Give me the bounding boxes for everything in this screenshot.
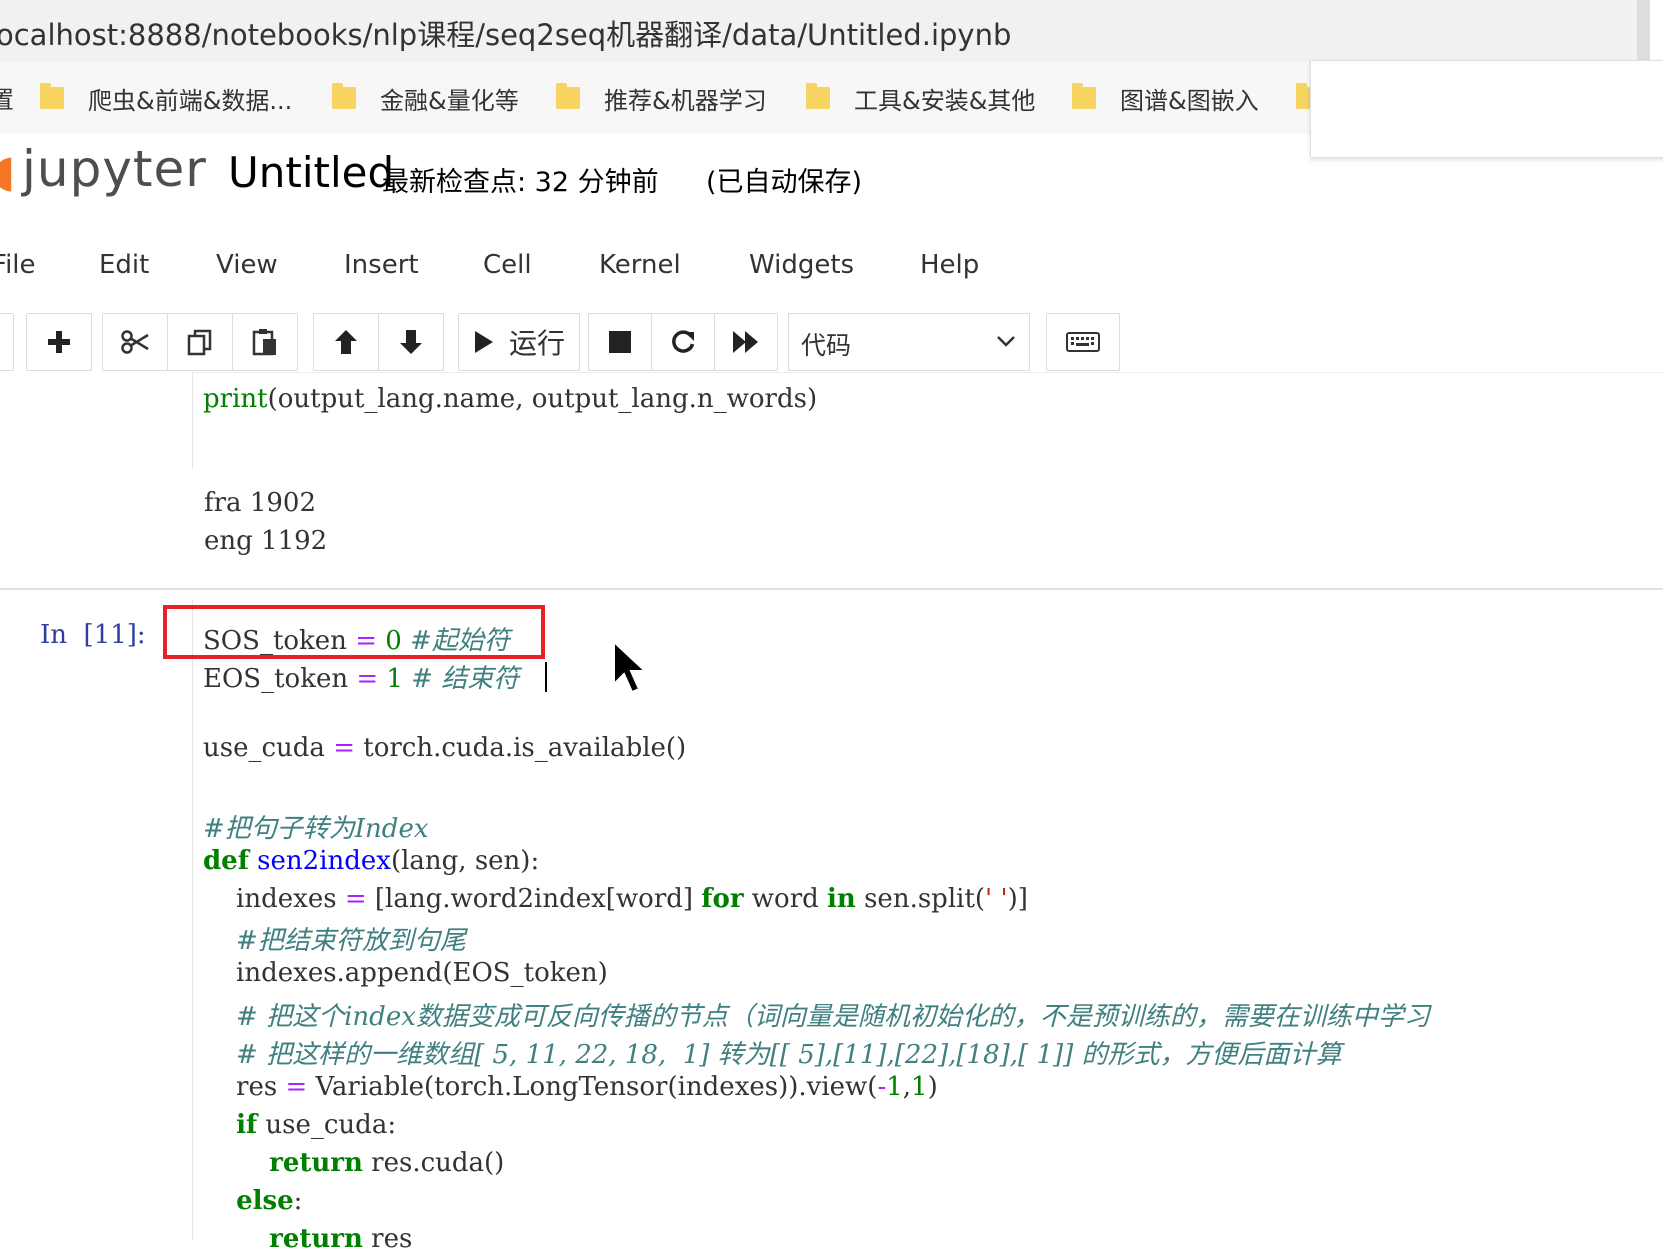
jupyter-logo-icon[interactable]: ◖ bbox=[0, 146, 15, 197]
bookmark-label: 推荐&机器学习 bbox=[604, 86, 767, 115]
notebook-title[interactable]: Untitled bbox=[228, 148, 394, 197]
code-line-return-cuda: return res.cuda() bbox=[269, 1148, 505, 1178]
copy-button[interactable] bbox=[167, 313, 233, 371]
jupyter-logo-text[interactable]: jupyter bbox=[22, 140, 207, 198]
cell-divider bbox=[0, 588, 1663, 590]
code-line-else: else: bbox=[236, 1186, 303, 1216]
folder-icon bbox=[40, 83, 64, 109]
code-line-if: if use_cuda: bbox=[236, 1110, 397, 1140]
paste-icon bbox=[252, 329, 276, 356]
folder-icon bbox=[806, 83, 830, 109]
menu-cell[interactable]: Cell bbox=[483, 250, 532, 280]
code-line-return: return res bbox=[269, 1224, 413, 1254]
code-comment: # 把这样的一维数组[ 5, 11, 22, 18, 1] 转为[[ 5],[1… bbox=[203, 1040, 1342, 1070]
mouse-pointer-icon bbox=[613, 640, 648, 694]
bookmark-folder-5[interactable]: 图谱&图嵌入 bbox=[1072, 80, 1259, 116]
bookmark-folder-2[interactable]: 金融&量化等 bbox=[332, 80, 519, 116]
folder-icon bbox=[556, 83, 580, 109]
restart-run-all-button[interactable] bbox=[714, 313, 778, 371]
cut-button[interactable] bbox=[102, 313, 168, 371]
bookmark-label: 爬虫&前端&数据... bbox=[88, 86, 293, 115]
bookmark-label: 金融&量化等 bbox=[380, 86, 519, 115]
cell-prompt: In [11]: bbox=[40, 620, 146, 650]
paste-button[interactable] bbox=[232, 313, 298, 371]
output-line: fra 1902 bbox=[204, 488, 316, 518]
plus-icon bbox=[48, 331, 70, 353]
code-comment: #把句子转为Index bbox=[203, 814, 429, 844]
bookmark-edge-label[interactable]: 置 bbox=[0, 80, 14, 115]
previous-cell-code: print(output_lang.name, output_lang.n_wo… bbox=[203, 384, 818, 414]
bookmark-label: 图谱&图嵌入 bbox=[1120, 86, 1259, 115]
menu-help[interactable]: Help bbox=[920, 250, 979, 280]
restart-button[interactable] bbox=[651, 313, 715, 371]
autosave-status: (已自动保存) bbox=[706, 167, 863, 198]
code-line-indexes: indexes = [lang.word2index[word] for wor… bbox=[203, 884, 1028, 914]
bookmark-label: 工具&安装&其他 bbox=[854, 86, 1036, 115]
code-line-res: res = Variable(torch.LongTensor(indexes)… bbox=[203, 1072, 938, 1102]
code-line-eos: EOS_token = 1 # 结束符 bbox=[203, 664, 520, 694]
command-palette-button[interactable] bbox=[1046, 313, 1120, 371]
menu-kernel[interactable]: Kernel bbox=[599, 250, 681, 280]
text-caret bbox=[545, 662, 547, 692]
bookmark-folder-1[interactable]: 爬虫&前端&数据... bbox=[40, 80, 292, 116]
move-down-button[interactable] bbox=[378, 313, 444, 371]
code-comment: # 把这个index数据变成可反向传播的节点（词向量是随机初始化的，不是预训练的… bbox=[203, 1002, 1430, 1032]
save-button[interactable] bbox=[0, 313, 14, 371]
address-bar[interactable]: ocalhost:8888/notebooks/nlp课程/seq2seq机器翻… bbox=[0, 0, 1650, 62]
chevron-down-icon bbox=[997, 336, 1015, 347]
cell-type-value: 代码 bbox=[801, 331, 852, 360]
menu-insert[interactable]: Insert bbox=[344, 250, 419, 280]
code-comment: #把结束符放到句尾 bbox=[203, 926, 466, 956]
arrow-down-icon bbox=[400, 330, 422, 354]
menu-view[interactable]: View bbox=[216, 250, 278, 280]
menu-widgets[interactable]: Widgets bbox=[749, 250, 854, 280]
keyboard-icon bbox=[1066, 332, 1100, 352]
output-line: eng 1192 bbox=[204, 526, 328, 556]
run-label: 运行 bbox=[508, 327, 565, 360]
checkpoint-status: 最新检查点: 32 分钟前 bbox=[382, 167, 659, 198]
code-line-def: def sen2index(lang, sen): bbox=[203, 846, 540, 876]
code-line-use-cuda: use_cuda = torch.cuda.is_available() bbox=[203, 733, 687, 763]
bookmark-folder-3[interactable]: 推荐&机器学习 bbox=[556, 80, 767, 116]
run-button[interactable]: 运行 bbox=[458, 313, 580, 371]
code-line-append: indexes.append(EOS_token) bbox=[203, 958, 608, 988]
restart-icon bbox=[672, 330, 695, 353]
stop-icon bbox=[609, 331, 631, 353]
menu-edit[interactable]: Edit bbox=[99, 250, 149, 280]
url-text[interactable]: ocalhost:8888/notebooks/nlp课程/seq2seq机器翻… bbox=[0, 12, 1011, 54]
move-up-button[interactable] bbox=[313, 313, 379, 371]
scissors-icon bbox=[121, 330, 149, 354]
window-edge bbox=[1637, 0, 1650, 62]
copy-icon bbox=[187, 329, 212, 356]
browser-popup bbox=[1310, 60, 1663, 158]
menu-file[interactable]: File bbox=[0, 250, 36, 280]
fast-forward-icon bbox=[733, 331, 758, 353]
interrupt-button[interactable] bbox=[588, 313, 652, 371]
code-line-sos: SOS_token = 0 #起始符 bbox=[203, 626, 510, 656]
cell-type-select[interactable]: 代码 bbox=[788, 313, 1030, 371]
arrow-up-icon bbox=[335, 330, 357, 354]
folder-icon bbox=[332, 83, 356, 109]
insert-cell-button[interactable] bbox=[26, 313, 92, 371]
folder-icon bbox=[1072, 83, 1096, 109]
play-icon bbox=[474, 331, 493, 353]
bookmark-folder-4[interactable]: 工具&安装&其他 bbox=[806, 80, 1035, 116]
